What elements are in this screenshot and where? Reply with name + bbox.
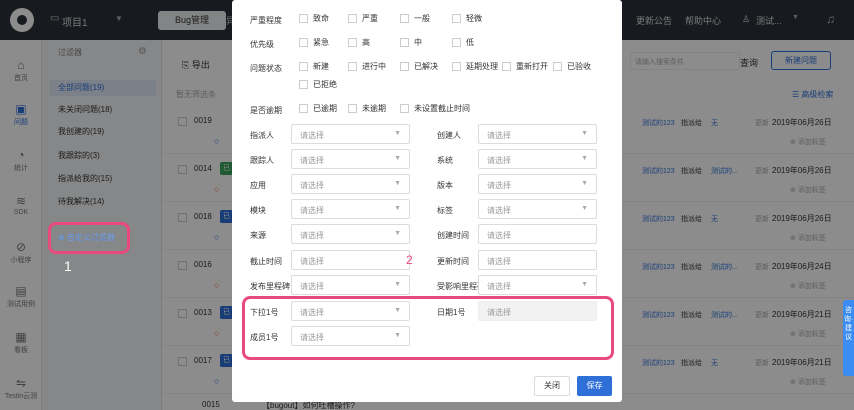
milestone-label: 发布里程碑 [250, 282, 290, 291]
checkbox-icon[interactable] [348, 14, 357, 23]
system-select[interactable]: 请选择 ▼ [478, 149, 597, 169]
chevron-down-icon: ▼ [581, 281, 588, 288]
status-option[interactable]: 已拒绝 [299, 79, 337, 90]
priority-option[interactable]: 低 [452, 37, 474, 48]
checkbox-icon[interactable] [400, 104, 409, 113]
assignee-label: 指派人 [250, 131, 274, 140]
module-select[interactable]: 请选择 ▼ [291, 199, 410, 219]
created-time-label: 创建时间 [437, 231, 469, 240]
annotation-mark-1: 1 [64, 258, 72, 274]
checkbox-icon[interactable] [553, 62, 562, 71]
chevron-down-icon: ▼ [394, 205, 401, 212]
version-select[interactable]: 请选择 ▼ [478, 174, 597, 194]
affected-milestone-select[interactable]: 请选择 ▼ [478, 275, 597, 295]
checkbox-icon[interactable] [299, 14, 308, 23]
chevron-down-icon: ▼ [581, 130, 588, 137]
plus-circle-icon: ⊕ [58, 233, 67, 242]
severity-label: 严重程度 [250, 16, 282, 25]
chevron-down-icon: ▼ [394, 180, 401, 187]
checkbox-icon[interactable] [299, 38, 308, 47]
chevron-down-icon: ▼ [581, 180, 588, 187]
close-button[interactable]: 关闭 [534, 376, 570, 396]
checkbox-icon[interactable] [348, 62, 357, 71]
checkbox-icon[interactable] [400, 62, 409, 71]
source-label: 来源 [250, 231, 266, 240]
checkbox-icon[interactable] [502, 62, 511, 71]
priority-option[interactable]: 紧急 [299, 37, 329, 48]
overdue-option[interactable]: 未逾期 [348, 103, 386, 114]
status-option[interactable]: 重新打开 [502, 61, 548, 72]
severity-option[interactable]: 致命 [299, 13, 329, 24]
overdue-row: 是否逾期 已逾期 未逾期 未设置截止时间 [250, 103, 610, 117]
status-row: 问题状态 新建 进行中 已解决 延期处理 重新打开 已验收 已拒绝 [250, 61, 610, 91]
tracker-label: 跟踪人 [250, 156, 274, 165]
status-label: 问题状态 [250, 64, 282, 73]
checkbox-icon[interactable] [299, 62, 308, 71]
checkbox-icon[interactable] [452, 62, 461, 71]
deadline-picker[interactable]: 请选择 [291, 250, 410, 270]
source-select[interactable]: 请选择 ▼ [291, 224, 410, 244]
chevron-down-icon: ▼ [581, 155, 588, 162]
updated-time-picker[interactable]: 请选择 [478, 250, 597, 270]
checkbox-icon[interactable] [452, 38, 461, 47]
priority-label: 优先级 [250, 40, 274, 49]
checkbox-icon[interactable] [348, 104, 357, 113]
version-label: 版本 [437, 181, 453, 190]
priority-row: 优先级 紧急 高 中 低 [250, 37, 610, 51]
checkbox-icon[interactable] [400, 38, 409, 47]
consult-float-button[interactable]: 咨询·建议 [843, 300, 854, 376]
system-label: 系统 [437, 156, 453, 165]
checkbox-icon[interactable] [299, 80, 308, 89]
priority-option[interactable]: 中 [400, 37, 422, 48]
chevron-down-icon: ▼ [394, 230, 401, 237]
module-label: 模块 [250, 206, 266, 215]
chevron-down-icon: ▼ [394, 281, 401, 288]
chevron-down-icon: ▼ [394, 155, 401, 162]
save-button[interactable]: 保存 [577, 376, 612, 396]
deadline-label: 截止时间 [250, 257, 282, 266]
severity-option[interactable]: 一般 [400, 13, 430, 24]
overdue-label: 是否逾期 [250, 106, 282, 115]
checkbox-icon[interactable] [348, 38, 357, 47]
severity-option[interactable]: 轻微 [452, 13, 482, 24]
priority-option[interactable]: 高 [348, 37, 370, 48]
chevron-down-icon: ▼ [394, 130, 401, 137]
tag-select[interactable]: 请选择 ▼ [478, 199, 597, 219]
status-option[interactable]: 已解决 [400, 61, 438, 72]
custom-filter-overlay: ⊕ 自定义过滤器 [58, 233, 115, 242]
app-label: 应用 [250, 181, 266, 190]
created-time-picker[interactable]: 请选择 [478, 224, 597, 244]
annotation-mark-2: 2 [406, 253, 413, 267]
overdue-option[interactable]: 未设置截止时间 [400, 103, 470, 114]
severity-option[interactable]: 严重 [348, 13, 378, 24]
status-option[interactable]: 进行中 [348, 61, 386, 72]
checkbox-icon[interactable] [452, 14, 461, 23]
updated-time-label: 更新时间 [437, 257, 469, 266]
creator-select[interactable]: 请选择 ▼ [478, 124, 597, 144]
milestone-select[interactable]: 请选择 ▼ [291, 275, 410, 295]
tag-label: 标签 [437, 206, 453, 215]
status-option[interactable]: 已验收 [553, 61, 591, 72]
status-option[interactable]: 新建 [299, 61, 329, 72]
app-select[interactable]: 请选择 ▼ [291, 174, 410, 194]
severity-row: 严重程度 致命 严重 一般 轻微 [250, 13, 610, 27]
chevron-down-icon: ▼ [581, 205, 588, 212]
creator-label: 创建人 [437, 131, 461, 140]
tracker-select[interactable]: 请选择 ▼ [291, 149, 410, 169]
status-option[interactable]: 延期处理 [452, 61, 498, 72]
overdue-option[interactable]: 已逾期 [299, 103, 337, 114]
checkbox-icon[interactable] [400, 14, 409, 23]
checkbox-icon[interactable] [299, 104, 308, 113]
assignee-select[interactable]: 请选择 ▼ [291, 124, 410, 144]
highlight-custom-fields [242, 296, 614, 360]
